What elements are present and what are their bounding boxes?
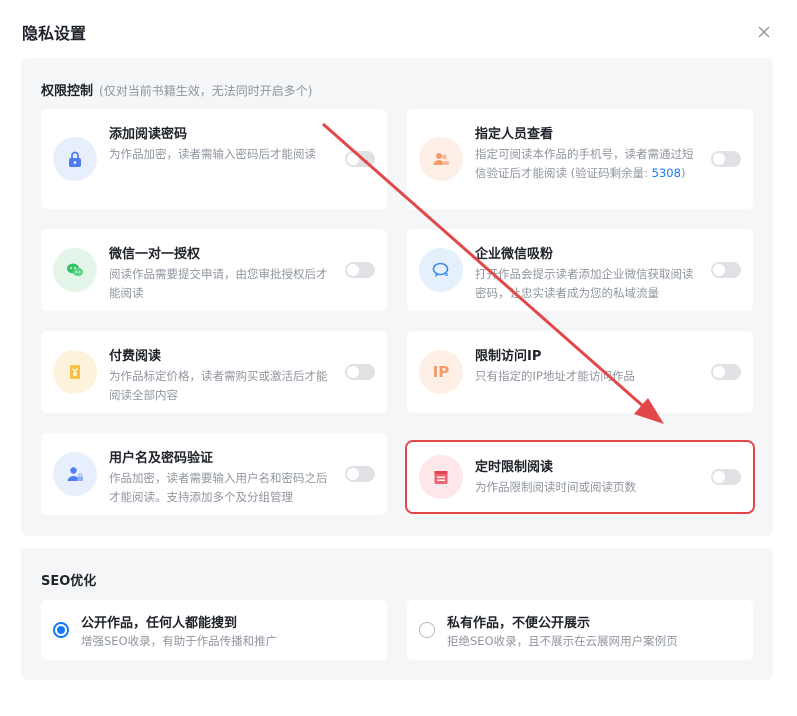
timed-restriction-toggle[interactable] xyxy=(711,469,741,485)
privacy-settings-dialog: 隐私设置 权限控制 (仅对当前书籍生效，无法同时开启多个) 添加阅读密码 为作品… xyxy=(0,0,797,716)
card-title: 用户名及密码验证 xyxy=(109,451,214,466)
ip-icon: IP xyxy=(419,350,463,394)
lock-icon xyxy=(53,137,97,181)
card-title: 企业微信吸粉 xyxy=(475,247,554,262)
seo-option-desc: 拒绝SEO收录，且不展示在云展网用户案例页 xyxy=(447,634,678,648)
permission-card-wechat-auth: 微信一对一授权 阅读作品需要提交申请，由您审批授权后才能阅读 xyxy=(41,229,387,311)
card-title: 付费阅读 xyxy=(109,349,162,364)
card-desc: 打开作品会提示读者添加企业微信获取阅读密码，让忠实读者成为您的私域流量 xyxy=(475,267,694,300)
card-desc: 作品加密，读者需要输入用户名和密码之后才能阅读。支持添加多个及分组管理 xyxy=(109,471,328,504)
seo-section-title: SEO优化 xyxy=(41,574,97,589)
permission-section: 权限控制 (仅对当前书籍生效，无法同时开启多个) 添加阅读密码 为作品加密，读者… xyxy=(21,58,773,536)
close-icon xyxy=(758,26,770,38)
wework-icon xyxy=(419,248,463,292)
card-desc: 阅读作品需要提交申请，由您审批授权后才能阅读 xyxy=(109,267,328,300)
designated-viewers-toggle[interactable] xyxy=(711,151,741,167)
card-title: 添加阅读密码 xyxy=(109,127,188,142)
permission-card-username-password: 用户名及密码验证 作品加密，读者需要输入用户名和密码之后才能阅读。支持添加多个及… xyxy=(41,433,387,515)
radio-public[interactable] xyxy=(53,622,69,638)
permission-card-ip-restriction: IP 限制访问IP 只有指定的IP地址才能访问作品 xyxy=(407,331,753,413)
people-icon xyxy=(419,137,463,181)
permission-card-paid-reading: 付费阅读 为作品标定价格，读者需购买或激活后才能阅读全部内容 xyxy=(41,331,387,413)
card-desc: 只有指定的IP地址才能访问作品 xyxy=(475,369,635,383)
seo-option-private[interactable]: 私有作品，不便公开展示 拒绝SEO收录，且不展示在云展网用户案例页 xyxy=(407,600,753,660)
username-password-toggle[interactable] xyxy=(345,466,375,482)
card-desc: 为作品限制阅读时间或阅读页数 xyxy=(475,480,636,494)
radio-private[interactable] xyxy=(419,622,435,638)
yen-book-icon xyxy=(53,350,97,394)
permission-card-wework-fans: 企业微信吸粉 打开作品会提示读者添加企业微信获取阅读密码，让忠实读者成为您的私域… xyxy=(407,229,753,311)
card-title: 指定人员查看 xyxy=(475,127,554,142)
wework-fans-toggle[interactable] xyxy=(711,262,741,278)
permission-section-note: (仅对当前书籍生效，无法同时开启多个) xyxy=(99,84,313,98)
seo-option-title: 公开作品，任何人都能搜到 xyxy=(81,616,238,631)
seo-option-title: 私有作品，不便公开展示 xyxy=(447,616,591,631)
card-desc: 指定可阅读本作品的手机号，读者需通过短信验证后才能阅读 (验证码剩余量: 530… xyxy=(475,147,694,180)
read-password-toggle[interactable] xyxy=(345,151,375,167)
seo-section: SEO优化 公开作品，任何人都能搜到 增强SEO收录，有助于作品传播和推广 私有… xyxy=(21,548,773,680)
ip-restriction-toggle[interactable] xyxy=(711,364,741,380)
wechat-auth-toggle[interactable] xyxy=(345,262,375,278)
user-lock-icon xyxy=(53,452,97,496)
card-desc: 为作品标定价格，读者需购买或激活后才能阅读全部内容 xyxy=(109,369,328,402)
dialog-title: 隐私设置 xyxy=(22,24,87,43)
permission-section-title: 权限控制 xyxy=(41,84,94,99)
permission-card-timed-restriction: 定时限制阅读 为作品限制阅读时间或阅读页数 xyxy=(405,440,755,514)
paid-reading-toggle[interactable] xyxy=(345,364,375,380)
seo-option-public[interactable]: 公开作品，任何人都能搜到 增强SEO收录，有助于作品传播和推广 xyxy=(41,600,387,660)
seo-option-desc: 增强SEO收录，有助于作品传播和推广 xyxy=(81,634,278,648)
card-title: 定时限制阅读 xyxy=(475,460,554,475)
wechat-icon xyxy=(53,248,97,292)
close-button[interactable] xyxy=(754,22,774,42)
card-desc: 为作品加密，读者需输入密码后才能阅读 xyxy=(109,147,316,161)
permission-card-read-password: 添加阅读密码 为作品加密，读者需输入密码后才能阅读 xyxy=(41,109,387,209)
calendar-icon xyxy=(419,455,463,499)
card-title: 限制访问IP xyxy=(475,349,542,364)
permission-card-designated-viewers: 指定人员查看 指定可阅读本作品的手机号，读者需通过短信验证后才能阅读 (验证码剩… xyxy=(407,109,753,209)
sms-remaining-count: 5308 xyxy=(651,166,681,180)
card-title: 微信一对一授权 xyxy=(109,247,201,262)
